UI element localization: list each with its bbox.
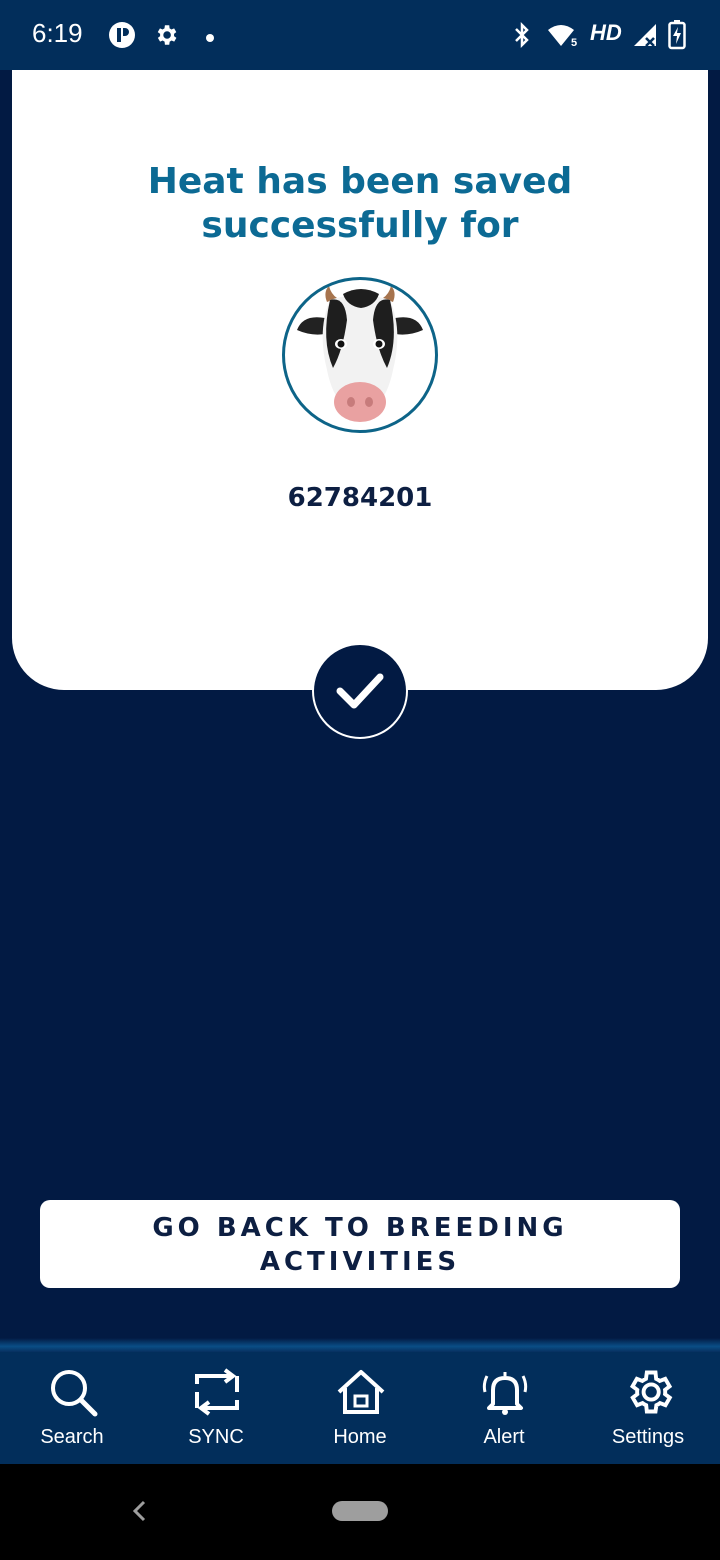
success-title: Heat has been saved successfully for <box>12 160 708 248</box>
success-title-line1: Heat has been saved <box>147 161 573 202</box>
settings-gear-icon <box>153 22 179 53</box>
check-icon <box>312 643 408 739</box>
signal-icon <box>632 22 658 53</box>
nav-divider <box>0 1338 720 1352</box>
search-icon <box>51 1370 98 1417</box>
app-p-icon <box>108 21 136 54</box>
nav-settings[interactable]: Settings <box>576 1352 720 1464</box>
back-button-line2: ACTIVITIES <box>259 1247 461 1277</box>
bluetooth-icon <box>512 21 532 54</box>
network-label: HD <box>590 20 622 45</box>
status-time: 6:19 <box>32 18 83 48</box>
home-icon <box>337 1370 385 1414</box>
nav-home-label: Home <box>333 1426 387 1448</box>
nav-alert-label: Alert <box>483 1426 525 1448</box>
nav-settings-label: Settings <box>611 1426 685 1448</box>
nav-sync-label: SYNC <box>188 1426 244 1448</box>
success-card: Heat has been saved successfully for 627… <box>12 70 708 690</box>
success-title-line2: successfully for <box>201 205 519 246</box>
bell-icon <box>482 1372 528 1415</box>
dot-icon <box>205 30 215 48</box>
nav-alert[interactable]: Alert <box>432 1352 576 1464</box>
system-home-pill[interactable] <box>332 1501 388 1521</box>
gear-icon <box>629 1370 673 1414</box>
nav-search[interactable]: Search <box>0 1352 144 1464</box>
bottom-nav: Search SYNC Home Alert Settings <box>0 1352 720 1464</box>
nav-home[interactable]: Home <box>288 1352 432 1464</box>
back-to-breeding-button[interactable]: GO BACK TO BREEDING ACTIVITIES <box>40 1200 680 1288</box>
animal-id: 62784201 <box>287 483 433 513</box>
wifi-icon: 5 <box>546 22 580 53</box>
system-back-icon[interactable] <box>128 1498 150 1529</box>
sync-icon <box>195 1368 239 1416</box>
cow-face-icon <box>282 277 438 433</box>
status-bar: 6:19 5 HD <box>0 0 720 70</box>
nav-search-label: Search <box>40 1426 104 1448</box>
svg-text:5: 5 <box>571 37 577 48</box>
back-button-line1: GO BACK TO BREEDING <box>152 1213 568 1243</box>
nav-sync[interactable]: SYNC <box>144 1352 288 1464</box>
battery-charging-icon <box>668 20 686 55</box>
